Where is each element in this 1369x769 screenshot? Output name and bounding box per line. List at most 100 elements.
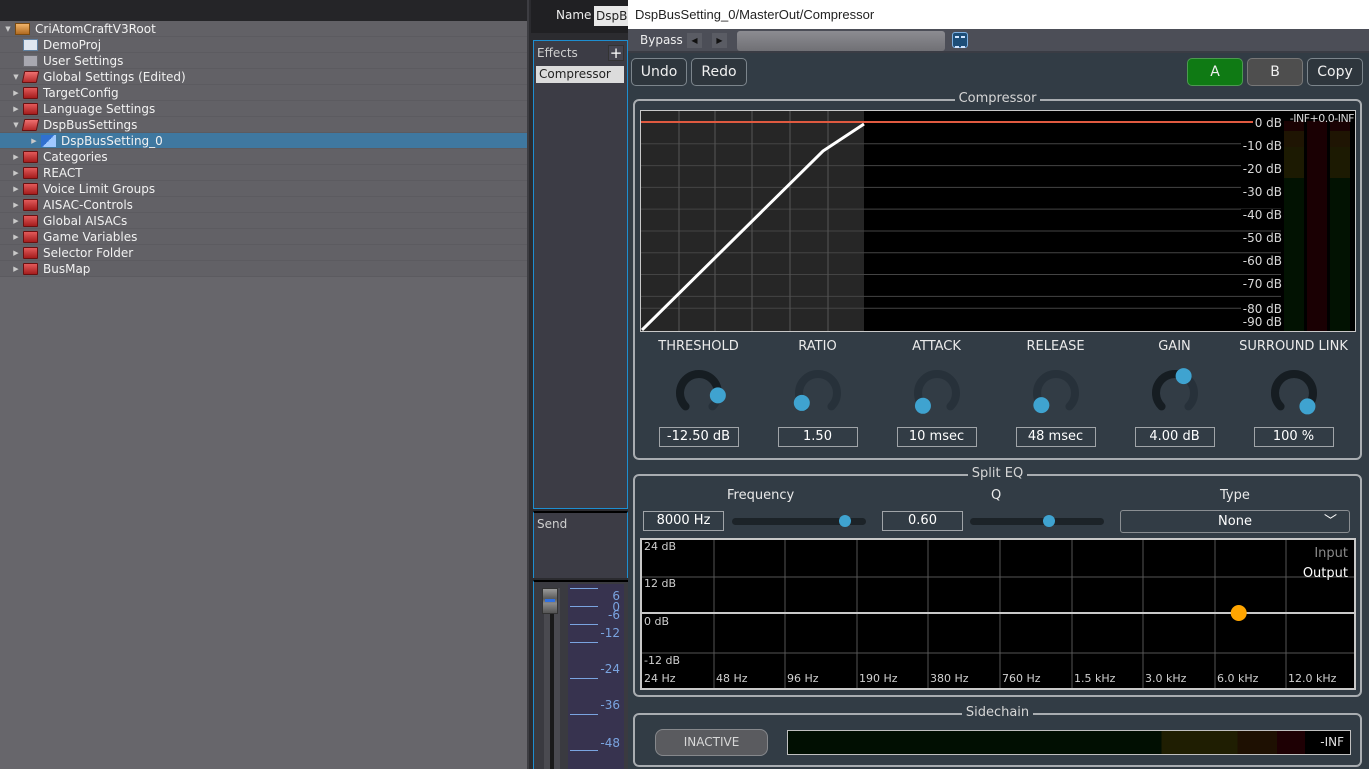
tree-item[interactable]: ▶ AISAC-Controls [0, 197, 527, 213]
tree-item[interactable]: DemoProj [0, 37, 527, 53]
collapsed-arrow-icon[interactable]: ▶ [12, 213, 20, 229]
eq-x-label: 3.0 kHz [1145, 672, 1187, 685]
tree-item[interactable]: ▼ DspBusSettings [0, 117, 527, 133]
tree-item[interactable]: ▶ Language Settings [0, 101, 527, 117]
folder-icon [23, 167, 38, 179]
q-slider[interactable] [970, 515, 1104, 527]
preset-a-button[interactable]: A [1187, 58, 1243, 86]
prev-arrow-icon[interactable]: ◀ [687, 33, 702, 48]
tree-item[interactable]: ▼ Global Settings (Edited) [0, 69, 527, 85]
type-value: None [1218, 514, 1252, 529]
tree-item[interactable]: ▶ Global AISACs [0, 213, 527, 229]
tree-item[interactable]: ▶ Voice Limit Groups [0, 181, 527, 197]
tree-item[interactable]: ▶ BusMap [0, 261, 527, 277]
output-level-meter [1307, 121, 1327, 331]
knob-value-field[interactable]: 100 % [1253, 427, 1334, 447]
collapsed-arrow-icon[interactable]: ▶ [12, 181, 20, 197]
knob-value-field[interactable]: -12.50 dB [658, 427, 739, 447]
tree-item[interactable]: ▶ TargetConfig [0, 85, 527, 101]
collapsed-arrow-icon[interactable]: ▶ [12, 261, 20, 277]
expanded-arrow-icon[interactable]: ▼ [4, 21, 12, 37]
rotary-knob[interactable] [907, 363, 967, 423]
curve-y-label: -30 dB [1240, 185, 1282, 199]
knob-label: THRESHOLD [658, 339, 739, 354]
knob-indicator[interactable] [1175, 368, 1192, 385]
collapsed-arrow-icon[interactable]: ▶ [12, 245, 20, 261]
tree-item-label: Selector Folder [43, 246, 134, 260]
rotary-knob[interactable] [669, 363, 729, 423]
bypass-slider[interactable] [737, 31, 945, 51]
tree-item-label: CriAtomCraftV3Root [35, 22, 156, 36]
type-label: Type [1220, 488, 1250, 503]
frequency-slider-thumb[interactable] [838, 515, 851, 527]
fader-scale-tick [570, 606, 598, 607]
volume-fader-handle[interactable] [542, 588, 558, 614]
collapsed-arrow-icon[interactable]: ▶ [12, 229, 20, 245]
legend-output[interactable]: Output [1303, 566, 1348, 581]
collapsed-arrow-icon[interactable]: ▶ [12, 165, 20, 181]
frequency-value[interactable]: 8000 Hz [643, 511, 724, 531]
undo-button[interactable]: Undo [631, 58, 687, 86]
rotary-knob[interactable] [1264, 363, 1324, 423]
tree-item[interactable]: ▶ Selector Folder [0, 245, 527, 261]
curve-y-label: 0 dB [1252, 116, 1282, 130]
eq-y-label: -12 dB [644, 654, 680, 667]
bypass-bar: Bypass ◀ ▶ [628, 29, 1369, 53]
meter-header: -INF+0.0-INF [1289, 112, 1355, 125]
knob-release: RELEASE 48 msec [996, 338, 1115, 447]
collapsed-arrow-icon[interactable]: ▶ [12, 149, 20, 165]
knob-indicator[interactable] [793, 394, 810, 411]
rotary-knob[interactable] [1145, 363, 1205, 423]
next-arrow-icon[interactable]: ▶ [712, 33, 727, 48]
compressor-curve-graph: 0 dB -10 dB -20 dB -30 dB -40 dB -50 dB -60 dB… [640, 110, 1356, 332]
knob-indicator[interactable] [914, 397, 931, 414]
send-label: Send [537, 517, 568, 531]
legend-input[interactable]: Input [1314, 546, 1348, 561]
volume-fader-area: 6 0 -6 -12 -24 -36 -48 [533, 580, 628, 769]
collapsed-arrow-icon[interactable]: ▶ [30, 133, 38, 149]
knob-value-field[interactable]: 1.50 [777, 427, 858, 447]
tree-item[interactable]: ▶ DspBusSetting_0 [0, 133, 527, 149]
rotary-knob[interactable] [788, 363, 848, 423]
effect-item-compressor[interactable]: Compressor [536, 66, 624, 83]
tree-item-label: Global AISACs [43, 214, 128, 228]
sidechain-group: Sidechain INACTIVE -INF [633, 705, 1362, 767]
redo-button[interactable]: Redo [691, 58, 747, 86]
knob-indicator[interactable] [709, 387, 726, 404]
chevron-down-icon: ﹀ [1323, 514, 1337, 529]
eq-x-label: 1.5 kHz [1074, 672, 1116, 685]
tree-item-label: DspBusSetting_0 [61, 134, 163, 148]
knob-value-field[interactable]: 48 msec [1015, 427, 1096, 447]
tree-item[interactable]: ▼ CriAtomCraftV3Root [0, 21, 527, 37]
add-effect-button[interactable]: + [608, 45, 624, 61]
q-value[interactable]: 0.60 [882, 511, 963, 531]
q-slider-thumb[interactable] [1043, 515, 1056, 527]
fader-scale-tick [570, 678, 598, 679]
tree-item-label: DspBusSettings [43, 118, 138, 132]
tree-item[interactable]: ▶ Game Variables [0, 229, 527, 245]
rotary-knob[interactable] [1026, 363, 1086, 423]
tree-item[interactable]: ▶ Categories [0, 149, 527, 165]
collapsed-arrow-icon[interactable]: ▶ [12, 85, 20, 101]
grid-view-icon[interactable] [952, 32, 968, 48]
preset-b-button[interactable]: B [1247, 58, 1303, 86]
collapsed-arrow-icon[interactable]: ▶ [12, 101, 20, 117]
eq-control-point[interactable] [1230, 605, 1247, 621]
frequency-label: Frequency [727, 488, 795, 503]
curve-y-label: -90 dB [1240, 315, 1282, 329]
tree-item[interactable]: User Settings [0, 53, 527, 69]
knob-indicator[interactable] [1032, 397, 1049, 414]
frequency-slider[interactable] [732, 515, 866, 527]
copy-button[interactable]: Copy [1307, 58, 1363, 86]
knob-value-field[interactable]: 4.00 dB [1134, 427, 1215, 447]
sidechain-inactive-button[interactable]: INACTIVE [655, 729, 768, 756]
type-dropdown[interactable]: None ﹀ [1120, 510, 1350, 533]
app-root: ▼ CriAtomCraftV3Root DemoProj User Settings… [0, 0, 1369, 769]
window-title: DspBusSetting_0/MasterOut/Compressor [628, 0, 1369, 29]
collapsed-arrow-icon[interactable]: ▶ [12, 197, 20, 213]
expanded-arrow-icon[interactable]: ▼ [12, 117, 20, 133]
tree-item[interactable]: ▶ REACT [0, 165, 527, 181]
knob-value-field[interactable]: 10 msec [896, 427, 977, 447]
knob-indicator[interactable] [1298, 398, 1315, 415]
expanded-arrow-icon[interactable]: ▼ [12, 69, 20, 85]
